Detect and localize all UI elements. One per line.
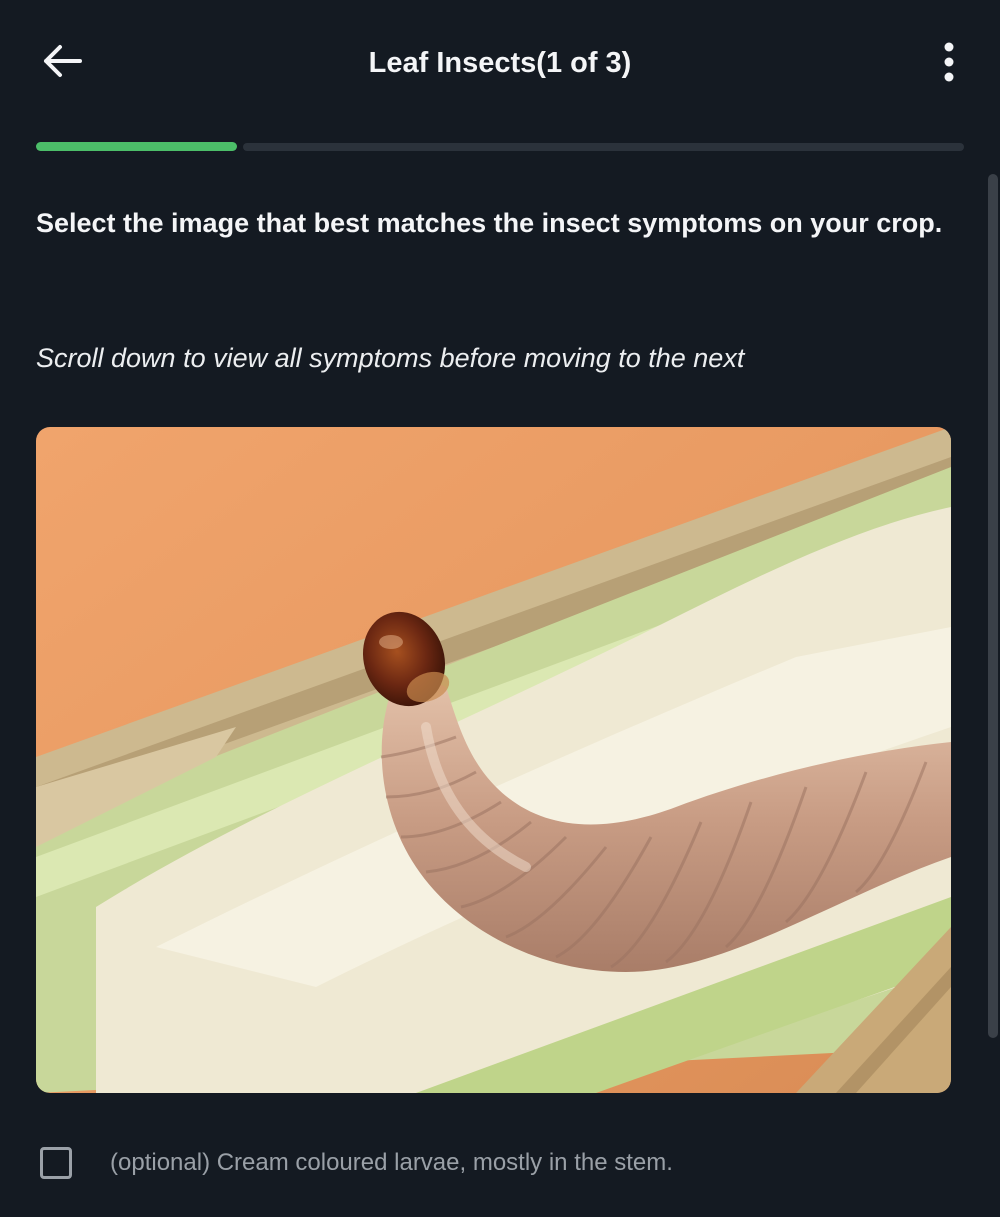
scrollbar-thumb[interactable]	[988, 174, 998, 1038]
progress-remaining	[243, 143, 964, 151]
progress-bar	[36, 142, 964, 152]
more-vertical-icon	[943, 42, 955, 87]
arrow-left-icon	[42, 44, 82, 83]
app-bar: Leaf Insects(1 of 3)	[0, 0, 1000, 126]
symptom-option-row[interactable]: (optional) Cream coloured larvae, mostly…	[40, 1140, 970, 1186]
progress-fill	[36, 142, 237, 151]
symptom-checkbox[interactable]	[40, 1147, 72, 1179]
instruction-text: Select the image that best matches the i…	[36, 208, 943, 238]
back-button[interactable]	[36, 40, 88, 86]
symptom-selection-screen: Leaf Insects(1 of 3) Select the image th…	[0, 0, 1000, 1217]
symptom-option-label: (optional) Cream coloured larvae, mostly…	[110, 1149, 673, 1176]
page-title: Leaf Insects(1 of 3)	[368, 47, 632, 79]
overflow-menu-button[interactable]	[926, 40, 972, 88]
scroll-hint-text: Scroll down to view all symptoms before …	[36, 343, 745, 373]
symptom-image-larva-in-stem[interactable]	[36, 427, 951, 1093]
